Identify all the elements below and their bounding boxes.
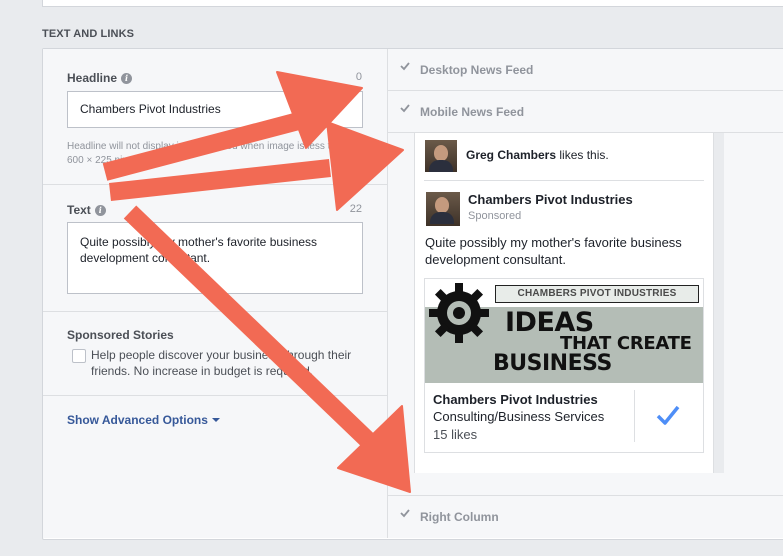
- info-icon[interactable]: i: [94, 205, 106, 216]
- gear-icon: [429, 283, 489, 343]
- text-label: Text i: [67, 203, 106, 217]
- page-name[interactable]: Chambers Pivot Industries: [468, 192, 633, 207]
- headline-label: Headline i: [67, 71, 133, 85]
- social-context-line: Greg Chambers likes this.: [466, 148, 609, 162]
- divider: [424, 180, 704, 181]
- show-advanced-options-link[interactable]: Show Advanced Options: [67, 413, 220, 427]
- divider: [43, 395, 387, 396]
- caret-down-icon: [211, 418, 220, 422]
- sponsored-stories-description: Help people discover your business throu…: [91, 348, 352, 378]
- sponsored-stories-label: Sponsored Stories: [67, 328, 174, 342]
- placement-desktop-news-feed[interactable]: Desktop News Feed: [388, 49, 783, 91]
- show-advanced-options-label: Show Advanced Options: [67, 413, 208, 427]
- card-page-name[interactable]: Chambers Pivot Industries: [433, 392, 598, 407]
- text-input[interactable]: Quite possibly my mother's favorite busi…: [67, 222, 363, 294]
- previous-section-card: [42, 0, 783, 7]
- text-counter: 22: [349, 203, 362, 215]
- headline-help-text: Headline will not display in News Feed w…: [67, 141, 348, 166]
- post-text: Quite possibly my mother's favorite busi…: [425, 235, 682, 267]
- sponsored-stories-checkbox[interactable]: [72, 349, 86, 363]
- ad-image: CHAMBERS PIVOT INDUSTRIES IDEAS THAT CRE…: [425, 279, 703, 383]
- headline-input[interactable]: Chambers Pivot Industries: [67, 91, 363, 128]
- section-title: TEXT AND LINKS: [42, 28, 135, 40]
- placement-label: Right Column: [420, 510, 499, 524]
- banner-line-3: BUSINESS: [493, 351, 612, 376]
- checkmark-icon: [400, 62, 410, 71]
- text-label-text: Text: [67, 203, 91, 217]
- divider: [634, 390, 635, 442]
- sponsored-label: Sponsored: [468, 210, 522, 222]
- placement-mobile-news-feed[interactable]: Mobile News Feed: [388, 91, 783, 133]
- page-avatar: [426, 192, 460, 226]
- placement-label: Desktop News Feed: [420, 63, 534, 77]
- placement-label: Mobile News Feed: [420, 105, 525, 119]
- checkmark-icon: [400, 104, 410, 113]
- liker-avatar: [425, 140, 457, 172]
- checkmark-icon: [400, 509, 410, 518]
- divider: [43, 184, 387, 185]
- likes-suffix: likes this.: [556, 148, 609, 162]
- placement-right-column[interactable]: Right Column: [388, 495, 783, 538]
- divider: [43, 311, 387, 312]
- card-likes-count: 15 likes: [433, 427, 478, 442]
- card-category: Consulting/Business Services: [433, 409, 605, 424]
- headline-label-text: Headline: [67, 71, 118, 85]
- liker-name[interactable]: Greg Chambers: [466, 148, 556, 162]
- banner-company-name: CHAMBERS PIVOT INDUSTRIES: [495, 285, 699, 303]
- like-check-icon[interactable]: [656, 403, 680, 427]
- info-icon[interactable]: i: [121, 73, 133, 84]
- headline-counter: 0: [355, 71, 362, 83]
